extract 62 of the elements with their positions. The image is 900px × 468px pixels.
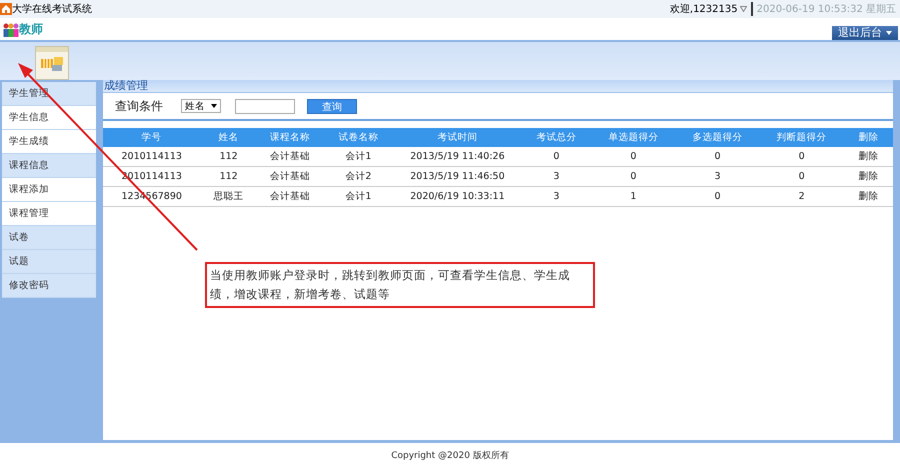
- column-header: 学号: [103, 128, 200, 147]
- field-dropdown[interactable]: 姓名: [181, 99, 221, 113]
- table-cell: 会计基础: [270, 151, 310, 162]
- home-icon: [0, 3, 12, 15]
- column-header: 课程名称: [256, 128, 324, 147]
- table-cell: 0: [798, 151, 805, 162]
- column-header: 考试总分: [522, 128, 592, 147]
- logout-button[interactable]: 退出后台: [832, 26, 898, 40]
- sidebar-item[interactable]: 课程信息: [2, 154, 96, 178]
- welcome-text: 欢迎,1232135: [670, 2, 738, 16]
- search-field[interactable]: [235, 98, 295, 114]
- sidebar-item[interactable]: 学生信息: [2, 106, 96, 130]
- column-header: 单选题得分: [591, 128, 676, 147]
- column-header: 考试时间: [393, 128, 522, 147]
- table-cell: 3: [553, 171, 560, 182]
- table-cell: 0: [630, 151, 636, 162]
- table-cell: 112: [220, 171, 238, 182]
- sidebar-item[interactable]: 试卷: [2, 226, 96, 250]
- datetime-text: 2020-06-19 10:53:32 星期五: [750, 2, 896, 16]
- column-header: 多选题得分: [675, 128, 760, 147]
- table-cell: 会计2: [345, 171, 372, 182]
- delete-link[interactable]: 删除: [858, 151, 878, 162]
- delete-link[interactable]: 删除: [858, 191, 878, 202]
- column-header: 姓名: [200, 128, 257, 147]
- table-cell: 会计1: [345, 191, 372, 202]
- table-cell: 3: [553, 191, 560, 202]
- table-cell: 会计基础: [270, 171, 310, 182]
- delete-link[interactable]: 删除: [858, 171, 878, 182]
- column-header: 判断题得分: [760, 128, 844, 147]
- table-cell: 2: [798, 191, 805, 202]
- people-icon: [3, 22, 19, 36]
- table-cell: 2013/5/19 11:40:26: [410, 151, 505, 162]
- panel-title: 成绩管理: [103, 80, 893, 93]
- annotation-text: 当使用教师账户登录时，跳转到教师页面，可查看学生信息、学生成绩，增改课程，新增考卷、试题等: [205, 262, 595, 308]
- table-cell: 112: [220, 151, 238, 162]
- sidebar-item[interactable]: 修改密码: [2, 274, 96, 298]
- column-header: 试卷名称: [324, 128, 394, 147]
- caret-icon: [886, 31, 892, 35]
- table-cell: 2020/6/19 10:33:11: [410, 191, 505, 202]
- caret-icon[interactable]: [740, 6, 747, 12]
- table-cell: 2010114113: [122, 151, 182, 162]
- sidebar-item[interactable]: 试题: [2, 250, 96, 274]
- copyright-text: Copyright @2020 版权所有: [391, 450, 509, 462]
- table-cell: 思聪王: [214, 191, 244, 202]
- table-cell: 会计1: [345, 151, 372, 162]
- role-title: 教师: [19, 21, 43, 38]
- table-cell: 会计基础: [270, 191, 310, 202]
- table-cell: 0: [630, 171, 636, 182]
- table-cell: 0: [714, 191, 721, 202]
- app-title: 大学在线考试系统: [12, 2, 92, 16]
- toolbar-grid-icon[interactable]: [35, 46, 69, 80]
- table-cell: 0: [798, 171, 805, 182]
- column-header: 删除: [844, 128, 893, 147]
- query-label: 查询条件: [115, 98, 164, 114]
- sidebar-item[interactable]: 学生成绩: [2, 130, 96, 154]
- sidebar-item[interactable]: 课程管理: [2, 202, 96, 226]
- sidebar-item[interactable]: 课程添加: [2, 178, 96, 202]
- table-cell: 0: [553, 151, 560, 162]
- table-cell: 1: [630, 191, 636, 202]
- table-cell: 3: [714, 171, 721, 182]
- table-cell: 0: [714, 151, 721, 162]
- table-cell: 2013/5/19 11:46:50: [410, 171, 505, 182]
